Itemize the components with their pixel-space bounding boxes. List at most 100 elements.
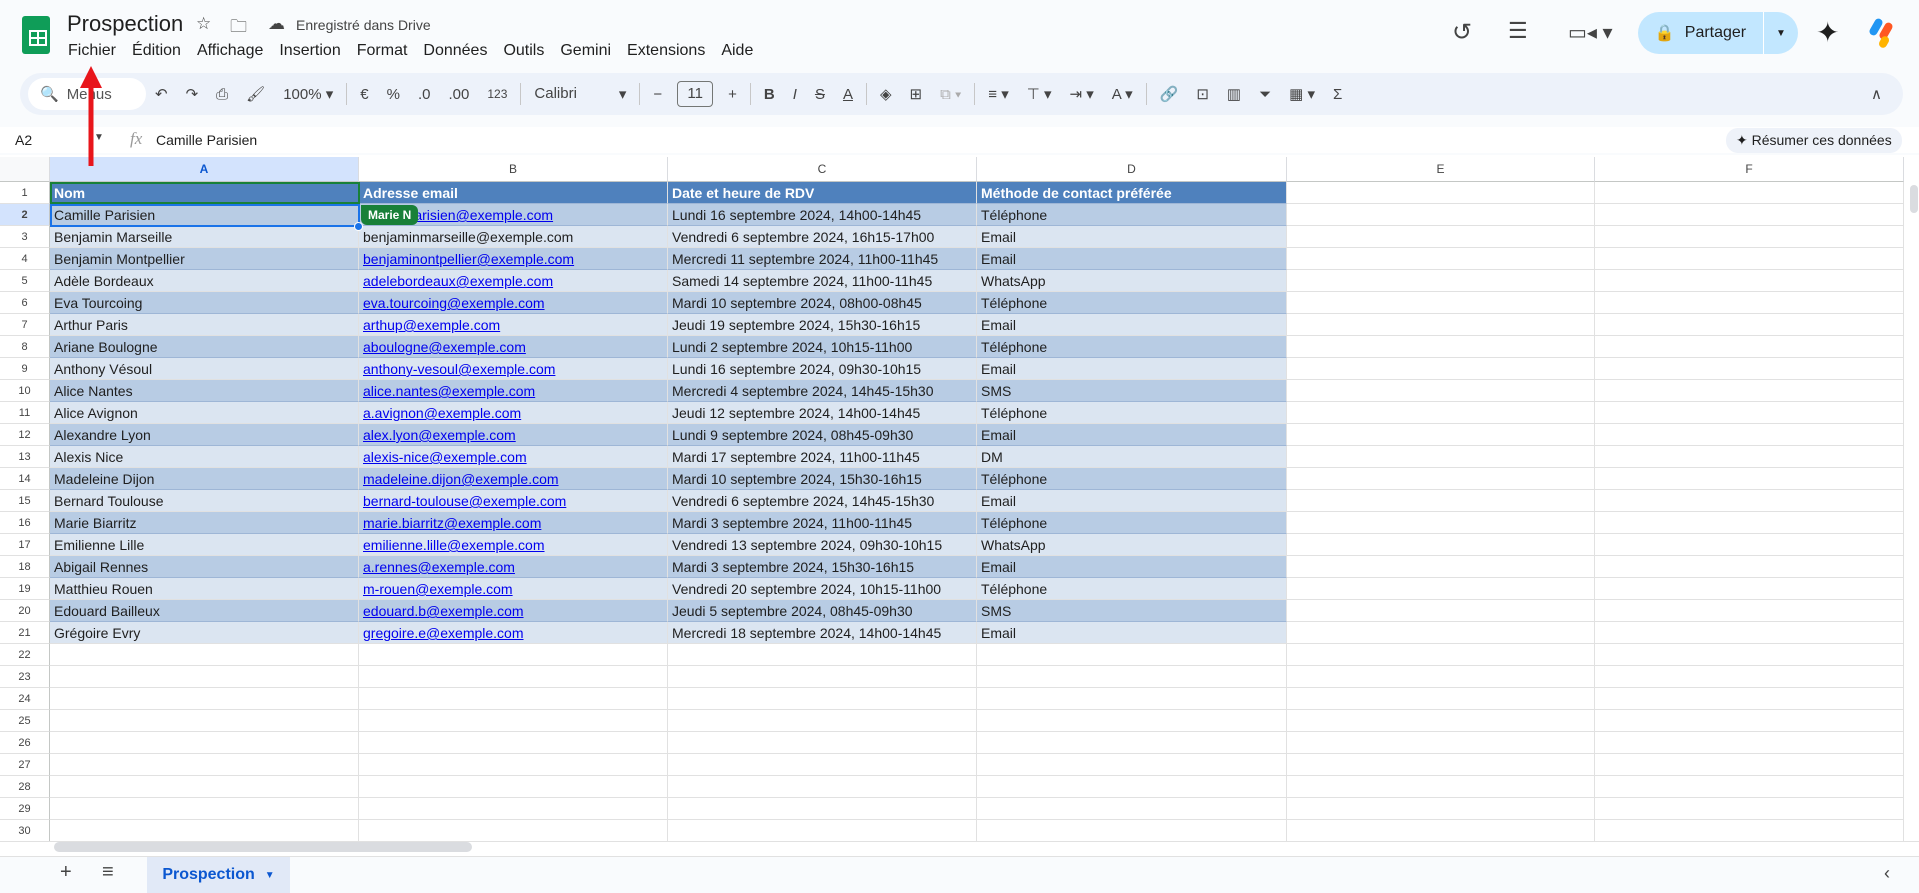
row-header[interactable]: 29 (0, 798, 50, 820)
cell[interactable] (50, 754, 359, 776)
cell[interactable]: Camille Parisien (50, 204, 359, 226)
cell[interactable] (1287, 798, 1595, 820)
cell[interactable] (1595, 270, 1904, 292)
cell[interactable]: WhatsApp (977, 534, 1287, 556)
cell[interactable] (1595, 226, 1904, 248)
cell[interactable]: Abigail Rennes (50, 556, 359, 578)
cell[interactable]: benjaminontpellier@exemple.com (359, 248, 668, 270)
cell[interactable] (1595, 402, 1904, 424)
cell[interactable] (668, 710, 977, 732)
cell[interactable]: Vendredi 20 septembre 2024, 10h15-11h00 (668, 578, 977, 600)
cell[interactable] (1287, 468, 1595, 490)
cell[interactable]: Mardi 10 septembre 2024, 15h30-16h15 (668, 468, 977, 490)
cell[interactable] (1595, 622, 1904, 644)
cell[interactable]: Téléphone (977, 578, 1287, 600)
functions-button[interactable]: Σ (1324, 86, 1351, 103)
cell[interactable]: alexis-nice@exemple.com (359, 446, 668, 468)
side-panel-toggle-icon[interactable]: ‹ (1884, 863, 1890, 884)
cell[interactable] (359, 710, 668, 732)
borders-icon[interactable]: ⊞ (901, 85, 932, 103)
strikethrough-button[interactable]: S (806, 86, 834, 103)
add-sheet-button[interactable]: + (60, 861, 72, 884)
cell[interactable]: alex.lyon@exemple.com (359, 424, 668, 446)
header-cell[interactable]: Date et heure de RDV (668, 182, 977, 204)
header-cell[interactable]: Nom (50, 182, 359, 204)
cell[interactable]: Lundi 9 septembre 2024, 08h45-09h30 (668, 424, 977, 446)
row-header[interactable]: 3 (0, 226, 50, 248)
gemini-icon[interactable]: ✦ (1816, 16, 1839, 49)
cell[interactable] (1287, 666, 1595, 688)
decrease-decimal-button[interactable]: .0 (409, 86, 440, 103)
cell[interactable] (1287, 182, 1595, 204)
cell[interactable]: Alexandre Lyon (50, 424, 359, 446)
percent-button[interactable]: % (378, 86, 409, 103)
cell[interactable]: Mardi 3 septembre 2024, 15h30-16h15 (668, 556, 977, 578)
cell[interactable] (1595, 468, 1904, 490)
cell[interactable]: Samedi 14 septembre 2024, 11h00-11h45 (668, 270, 977, 292)
cell[interactable] (359, 732, 668, 754)
cell[interactable] (1287, 402, 1595, 424)
cell[interactable] (1287, 732, 1595, 754)
cell[interactable]: emilienne.lille@exemple.com (359, 534, 668, 556)
cell[interactable] (50, 666, 359, 688)
cell[interactable] (1287, 424, 1595, 446)
vertical-scrollbar[interactable] (1910, 185, 1918, 213)
row-header[interactable]: 2 (0, 204, 50, 226)
cell[interactable] (668, 732, 977, 754)
cell[interactable]: Email (977, 424, 1287, 446)
cell[interactable] (977, 820, 1287, 842)
cell[interactable] (1287, 512, 1595, 534)
cell[interactable]: Vendredi 6 septembre 2024, 16h15-17h00 (668, 226, 977, 248)
cell[interactable]: edouard.b@exemple.com (359, 600, 668, 622)
cell[interactable] (1287, 600, 1595, 622)
header-cell[interactable]: Adresse email (359, 182, 668, 204)
cell[interactable] (359, 776, 668, 798)
cell[interactable] (1287, 578, 1595, 600)
row-header[interactable]: 6 (0, 292, 50, 314)
comments-icon[interactable]: ☰ (1508, 18, 1528, 44)
cell[interactable] (1595, 732, 1904, 754)
cell[interactable]: madeleine.dijon@exemple.com (359, 468, 668, 490)
merge-cells-icon[interactable]: ⧉ ▾ (931, 86, 970, 103)
cell[interactable] (1287, 270, 1595, 292)
cell[interactable] (1595, 666, 1904, 688)
cell[interactable]: Mardi 17 septembre 2024, 11h00-11h45 (668, 446, 977, 468)
cell[interactable]: WhatsApp (977, 270, 1287, 292)
cloud-saved-icon[interactable]: ☁ (268, 14, 285, 34)
cell[interactable]: arthup@exemple.com (359, 314, 668, 336)
cell[interactable] (1287, 292, 1595, 314)
add-comment-icon[interactable]: ⊡ (1187, 85, 1218, 103)
cell[interactable] (668, 820, 977, 842)
cell[interactable]: adelebordeaux@exemple.com (359, 270, 668, 292)
cell[interactable]: Email (977, 556, 1287, 578)
cell[interactable] (1595, 710, 1904, 732)
row-header[interactable]: 30 (0, 820, 50, 842)
cell[interactable] (50, 688, 359, 710)
cell[interactable]: Email (977, 490, 1287, 512)
zoom-select[interactable]: 100% ▾ (274, 85, 342, 103)
vertical-align-icon[interactable]: ⊤ ▾ (1018, 85, 1061, 103)
name-box[interactable]: A2 (15, 132, 32, 148)
cell[interactable] (50, 644, 359, 666)
cell[interactable]: Matthieu Rouen (50, 578, 359, 600)
cell[interactable]: Email (977, 622, 1287, 644)
menu-aide[interactable]: Aide (713, 40, 761, 62)
cell[interactable] (668, 666, 977, 688)
cell[interactable]: Mercredi 18 septembre 2024, 14h00-14h45 (668, 622, 977, 644)
formula-input[interactable]: Camille Parisien (156, 132, 257, 148)
cell[interactable]: Mardi 3 septembre 2024, 11h00-11h45 (668, 512, 977, 534)
cell[interactable] (1595, 292, 1904, 314)
cell[interactable]: Arthur Paris (50, 314, 359, 336)
menu-extensions[interactable]: Extensions (619, 40, 713, 62)
cell[interactable]: Anthony Vésoul (50, 358, 359, 380)
cell[interactable]: Jeudi 12 septembre 2024, 14h00-14h45 (668, 402, 977, 424)
cell[interactable]: Grégoire Evry (50, 622, 359, 644)
cell[interactable] (1595, 182, 1904, 204)
cell[interactable] (1595, 204, 1904, 226)
currency-button[interactable]: € (351, 86, 377, 103)
cell[interactable]: SMS (977, 380, 1287, 402)
cell[interactable]: Mercredi 4 septembre 2024, 14h45-15h30 (668, 380, 977, 402)
row-header[interactable]: 5 (0, 270, 50, 292)
text-wrap-icon[interactable]: ⇥ ▾ (1061, 85, 1103, 103)
cell[interactable]: marie.biarritz@exemple.com (359, 512, 668, 534)
